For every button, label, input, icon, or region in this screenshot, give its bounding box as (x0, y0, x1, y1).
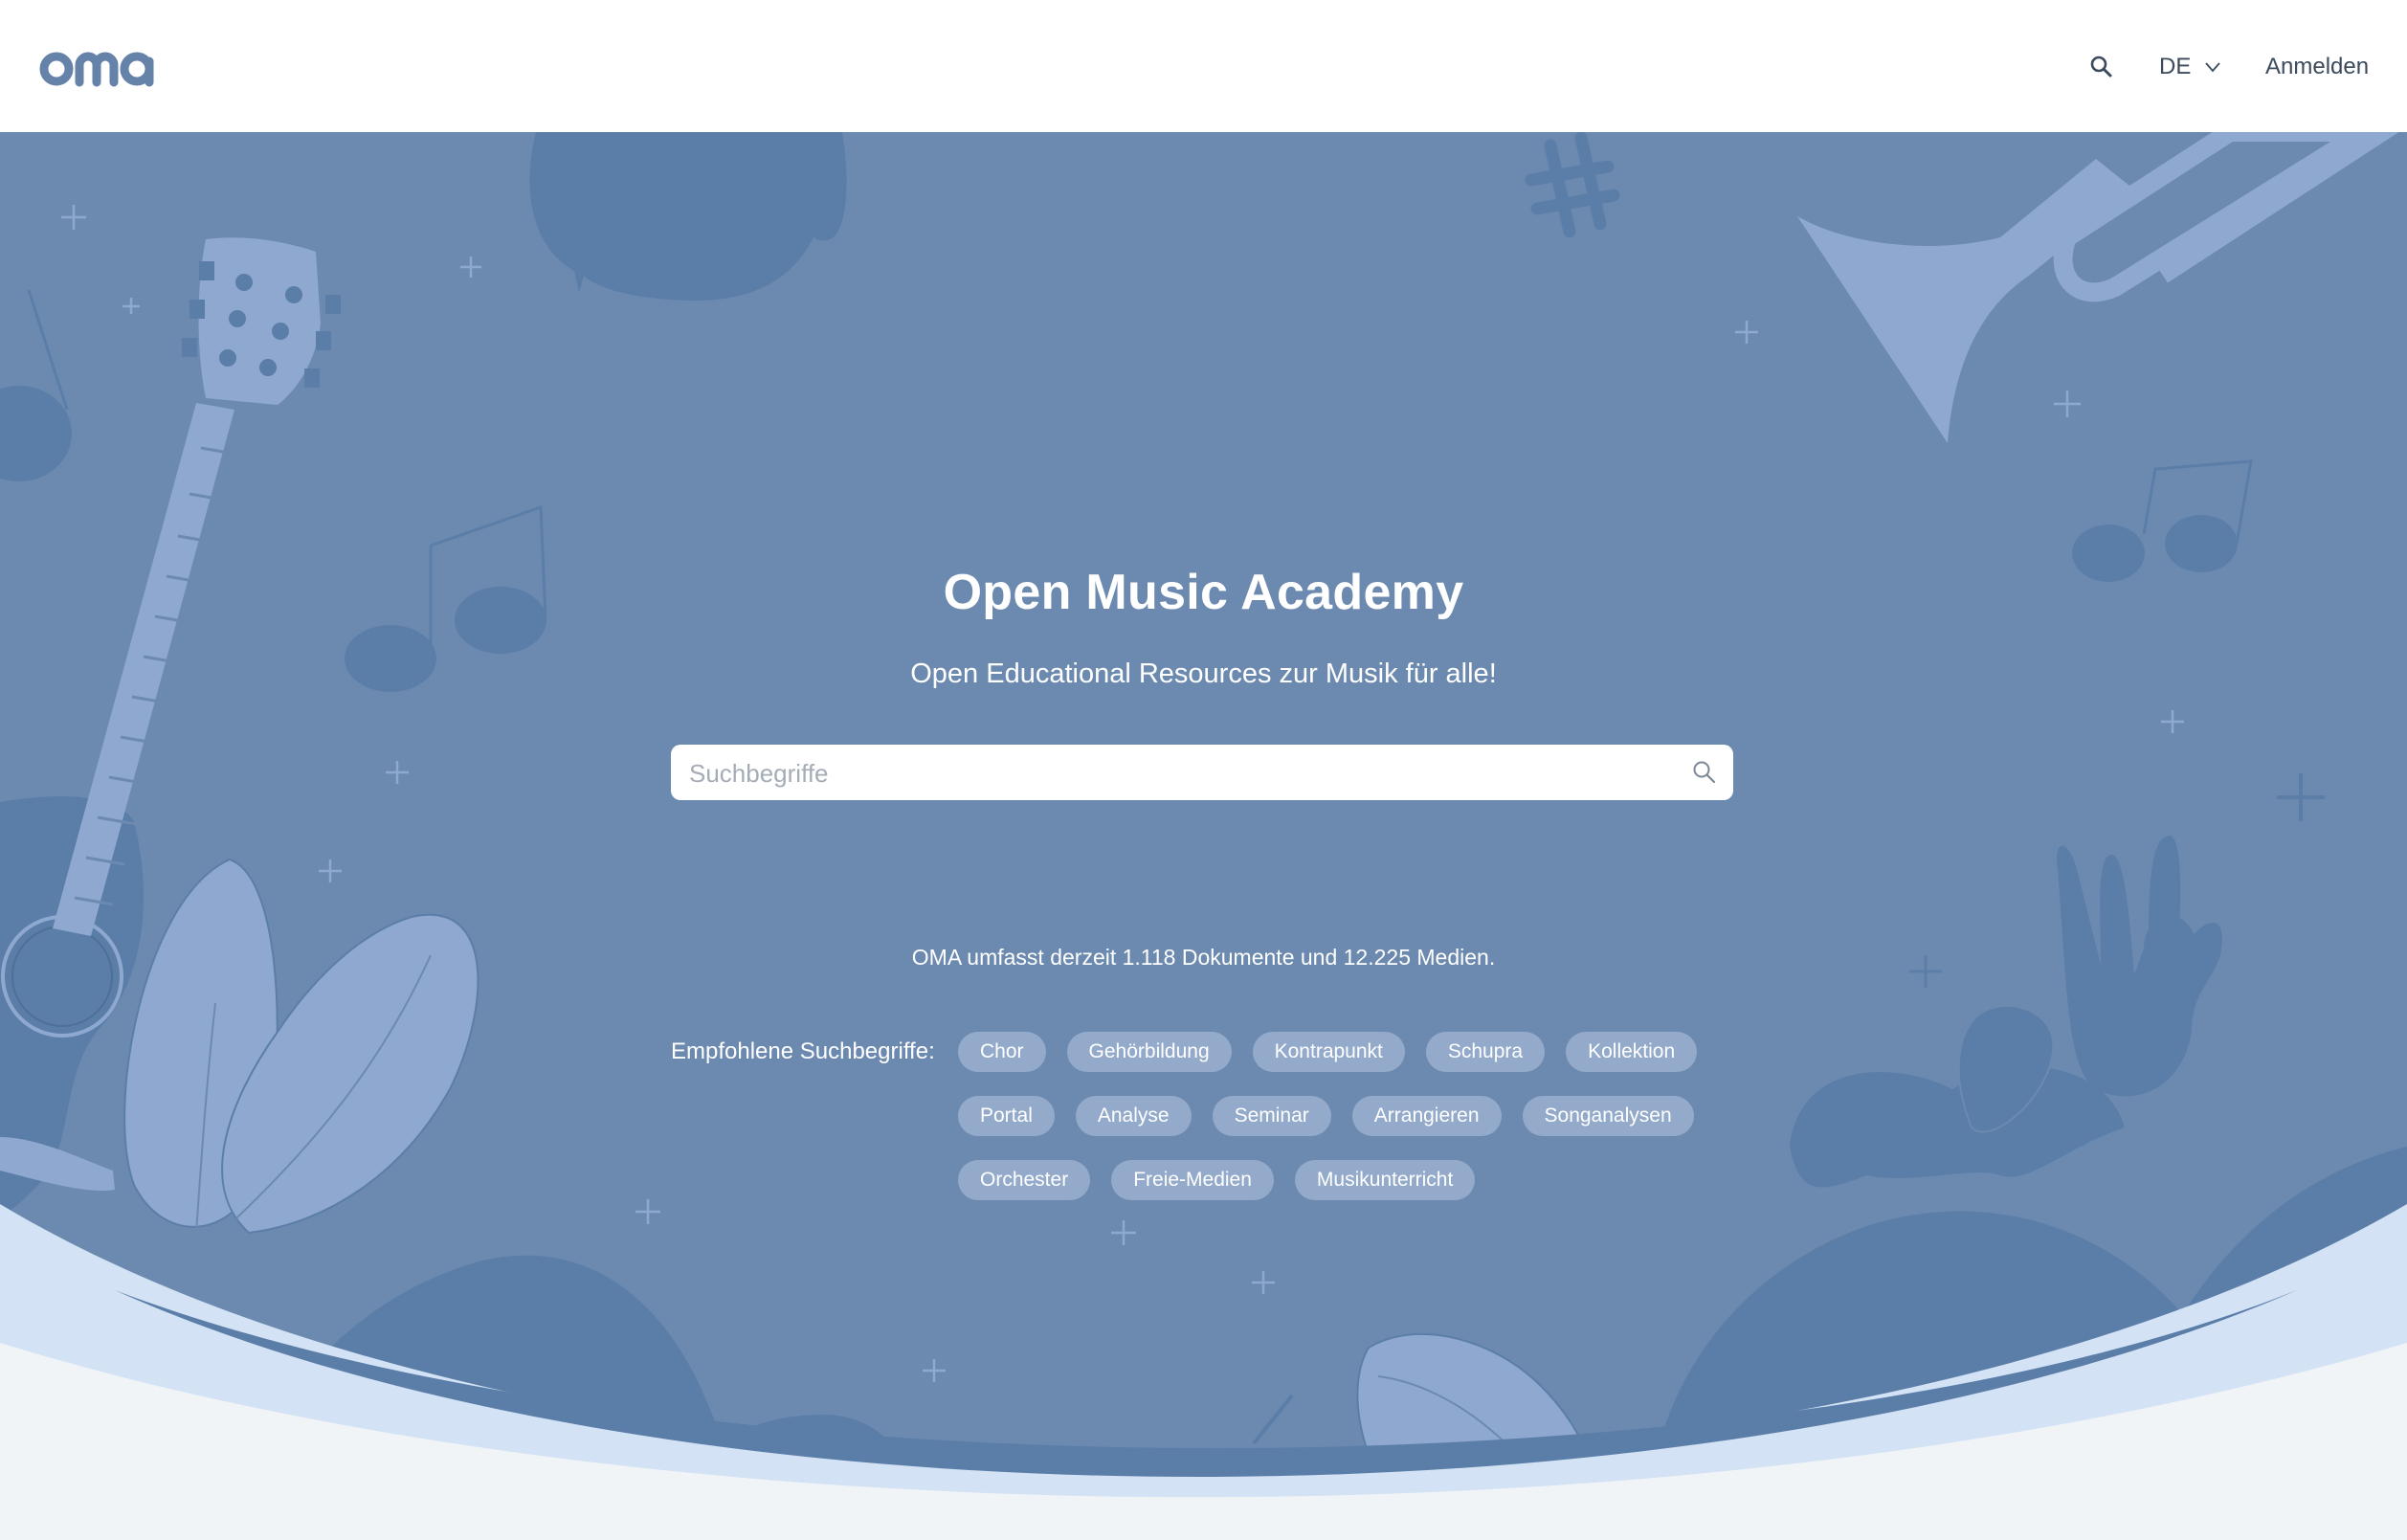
search-icon[interactable] (1691, 759, 1718, 786)
oma-logo[interactable] (38, 40, 172, 92)
page-title: Open Music Academy (943, 565, 1464, 620)
tag-analyse[interactable]: Analyse (1075, 1096, 1192, 1136)
search-bar (671, 745, 1733, 802)
tag-kontrapunkt[interactable]: Kontrapunkt (1252, 1032, 1405, 1072)
search-input[interactable] (687, 745, 1667, 802)
search-icon[interactable] (2088, 54, 2115, 80)
tag-freie-medien[interactable]: Freie-Medien (1111, 1160, 1274, 1200)
tag-arrangieren[interactable]: Arrangieren (1351, 1096, 1502, 1136)
language-label: DE (2159, 54, 2192, 79)
tag-gehoerbildung[interactable]: Gehörbildung (1066, 1032, 1232, 1072)
tag-songanalysen[interactable]: Songanalysen (1522, 1096, 1694, 1136)
collection-stats: OMA umfasst derzeit 1.118 Dokumente und … (911, 945, 1496, 970)
page-subtitle: Open Educational Resources zur Musik für… (910, 658, 1497, 689)
hero-background-illustration (0, 132, 2407, 1540)
suggestions-label: Empfohlene Suchbegriffe: (671, 1038, 935, 1064)
tag-kollektion[interactable]: Kollektion (1566, 1032, 1698, 1072)
tag-chor[interactable]: Chor (958, 1032, 1046, 1072)
hero-section: Open Music Academy Open Educational Reso… (0, 132, 2407, 1540)
chevron-down-icon (2205, 62, 2221, 73)
tag-orchester[interactable]: Orchester (958, 1160, 1091, 1200)
top-navbar: DE Anmelden (0, 0, 2407, 132)
tag-musikunterricht[interactable]: Musikunterricht (1294, 1160, 1476, 1200)
language-selector[interactable]: DE (2159, 50, 2221, 84)
tag-seminar[interactable]: Seminar (1212, 1096, 1331, 1136)
oma-logo-icon (39, 52, 154, 87)
suggested-tags: Chor Gehörbildung Kontrapunkt Schupra Ko… (958, 1032, 1724, 1200)
tag-portal[interactable]: Portal (958, 1096, 1055, 1136)
login-link[interactable]: Anmelden (2265, 50, 2369, 84)
tag-schupra[interactable]: Schupra (1425, 1032, 1546, 1072)
